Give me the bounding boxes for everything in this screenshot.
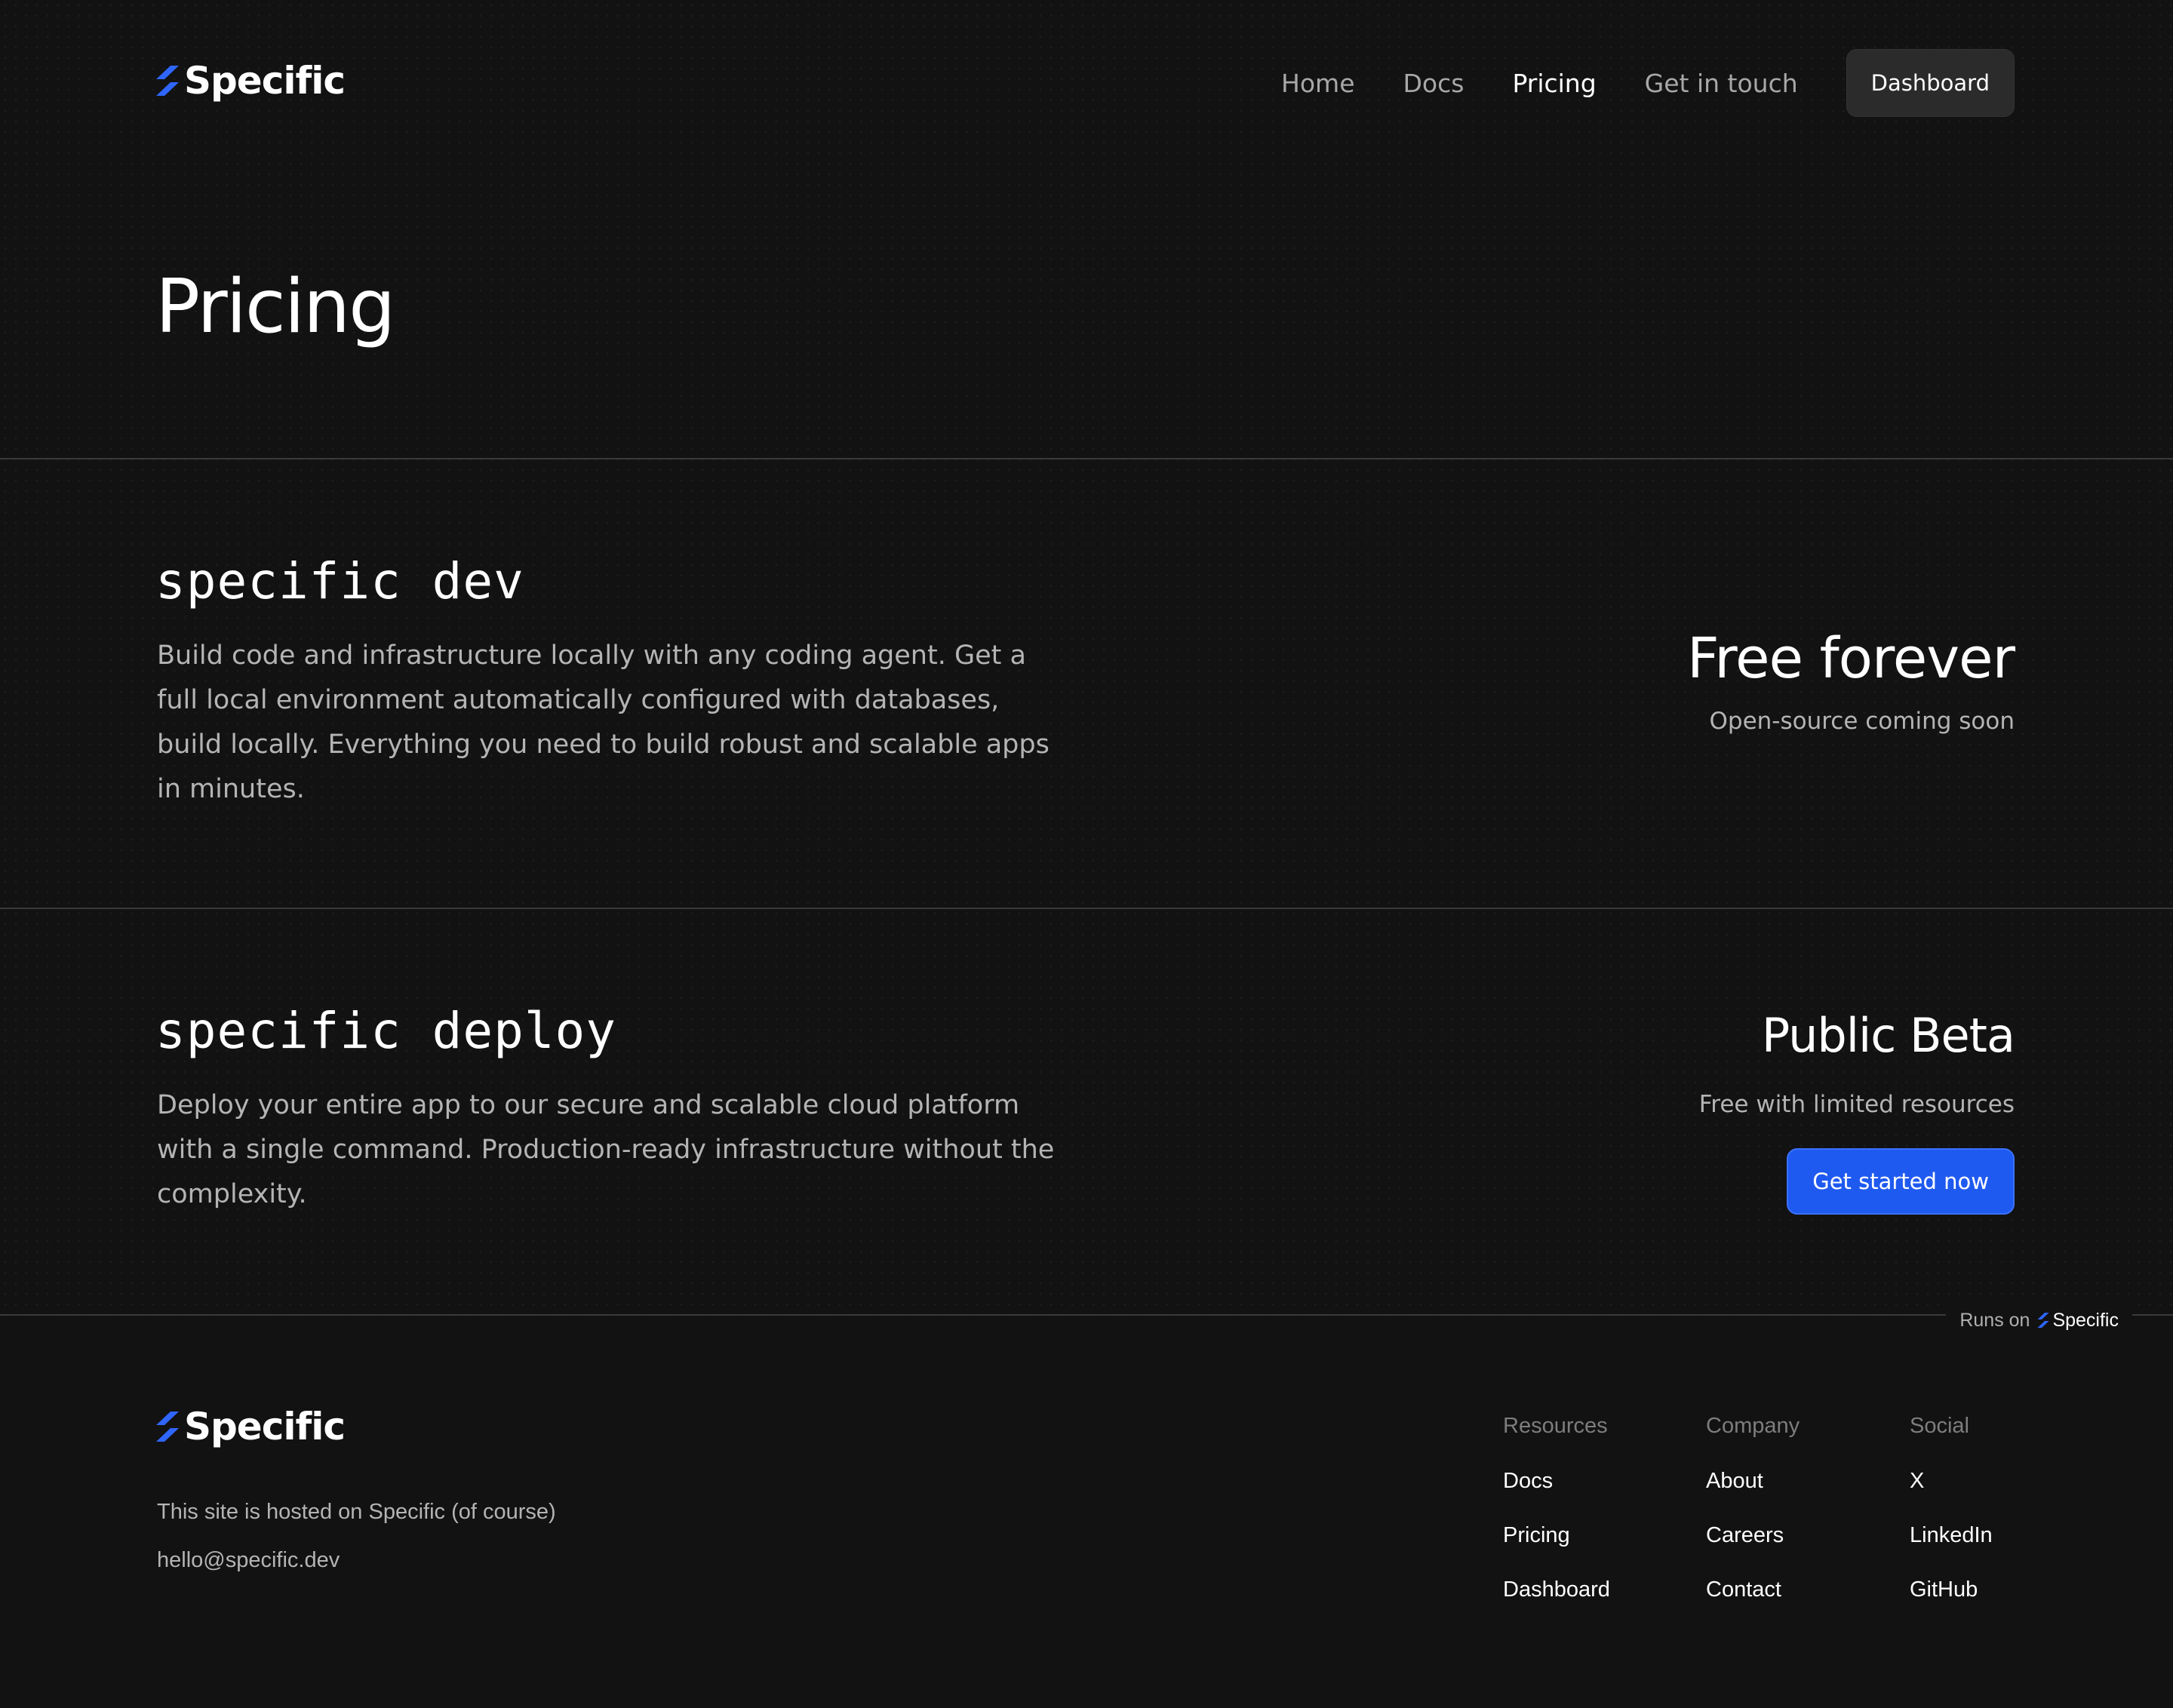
footer-column-title: Company xyxy=(1706,1414,1800,1438)
site-header: Specific Home Docs Pricing Get in touch … xyxy=(0,0,2173,166)
footer-link-about[interactable]: About xyxy=(1706,1469,1800,1494)
footer-column-title: Resources xyxy=(1503,1414,1608,1438)
price-title: Free forever xyxy=(1687,626,2015,691)
nav-get-in-touch-link[interactable]: Get in touch xyxy=(1645,69,1798,98)
footer-tagline: This site is hosted on Specific (of cour… xyxy=(157,1500,556,1524)
nav-pricing-link[interactable]: Pricing xyxy=(1512,69,1596,98)
footer-link-x[interactable]: X xyxy=(1910,1469,1993,1494)
product-description: Build code and infrastructure locally wi… xyxy=(157,640,1050,804)
footer-link-careers[interactable]: Careers xyxy=(1706,1523,1800,1548)
footer-link-pricing[interactable]: Pricing xyxy=(1503,1523,1610,1548)
logo-home-link[interactable]: Specific xyxy=(155,54,346,107)
section-divider xyxy=(0,458,2173,459)
nav-docs-link[interactable]: Docs xyxy=(1403,69,1465,98)
footer-column-social: Social X LinkedIn GitHub xyxy=(1910,1414,1993,1632)
site-footer: Specific This site is hosted on Specific… xyxy=(0,1316,2173,1708)
footer-link-linkedin[interactable]: LinkedIn xyxy=(1910,1523,1993,1548)
footer-logo-link[interactable]: Specific xyxy=(155,1400,346,1453)
product-description: Deploy your entire app to our secure and… xyxy=(157,1090,1055,1209)
bolt-logo-icon xyxy=(156,1412,179,1442)
page-title: Pricing xyxy=(155,264,395,350)
runs-on-brand: Specific xyxy=(2052,1309,2119,1331)
footer-column-resources: Resources Docs Pricing Dashboard xyxy=(1503,1414,1610,1632)
runs-on-prefix: Runs on xyxy=(1959,1309,2030,1331)
footer-divider xyxy=(0,1314,2173,1316)
bolt-logo-icon xyxy=(2037,1313,2049,1328)
price-subtitle: Free with limited resources xyxy=(1698,1091,2015,1118)
runs-on-badge[interactable]: Runs on Specific xyxy=(1946,1301,2132,1340)
footer-link-docs[interactable]: Docs xyxy=(1503,1469,1610,1494)
footer-column-company: Company About Careers Contact xyxy=(1706,1414,1800,1632)
price-title: Public Beta xyxy=(1761,1008,2015,1063)
product-name: specific deploy xyxy=(155,1002,617,1060)
main-nav: Home Docs Pricing Get in touch Dashboard xyxy=(1281,49,2015,117)
logo-wordmark: Specific xyxy=(184,1405,346,1448)
footer-link-github[interactable]: GitHub xyxy=(1910,1577,1993,1602)
footer-column-title: Social xyxy=(1910,1414,1969,1438)
footer-link-contact[interactable]: Contact xyxy=(1706,1577,1800,1602)
price-subtitle: Open-source coming soon xyxy=(1709,708,2015,735)
section-divider xyxy=(0,908,2173,909)
get-started-button[interactable]: Get started now xyxy=(1787,1148,2015,1215)
logo-wordmark: Specific xyxy=(184,59,346,103)
footer-link-dashboard[interactable]: Dashboard xyxy=(1503,1577,1610,1602)
footer-email-link[interactable]: hello@specific.dev xyxy=(157,1548,340,1573)
bolt-logo-icon xyxy=(156,66,179,96)
nav-home-link[interactable]: Home xyxy=(1281,69,1354,98)
product-name: specific dev xyxy=(155,552,524,610)
pricing-page: Specific Home Docs Pricing Get in touch … xyxy=(0,0,2173,1708)
dashboard-button[interactable]: Dashboard xyxy=(1846,49,2015,117)
